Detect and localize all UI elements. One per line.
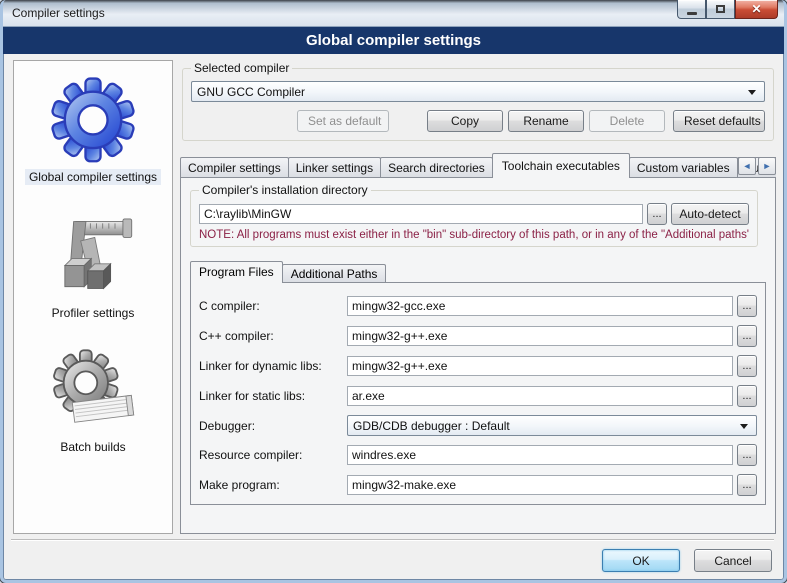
field-row-debugger: Debugger: GDB/CDB debugger : Default: [199, 415, 757, 436]
field-row-static-linker: Linker for static libs: ...: [199, 385, 757, 407]
static-linker-browse-button[interactable]: ...: [737, 385, 757, 407]
tab-toolchain-executables[interactable]: Toolchain executables: [492, 153, 630, 178]
settings-sidebar: Global compiler settings: [13, 60, 173, 534]
bin-subdirectory-note: NOTE: All programs must exist either in …: [199, 229, 749, 241]
make-program-browse-button[interactable]: ...: [737, 474, 757, 496]
settings-tabstrip: Compiler settings Linker settings Search…: [180, 153, 776, 178]
set-as-default-button[interactable]: Set as default: [297, 110, 389, 132]
c-compiler-label: C compiler:: [199, 299, 347, 313]
close-button[interactable]: ✕: [735, 0, 778, 19]
compiler-settings-dialog: Compiler settings ✕ Global compiler sett…: [0, 0, 787, 583]
make-program-label: Make program:: [199, 478, 347, 492]
resource-compiler-browse-button[interactable]: ...: [737, 444, 757, 466]
tab-search-directories[interactable]: Search directories: [380, 157, 493, 178]
sidebar-item-label: Batch builds: [56, 439, 129, 455]
selected-compiler-group: Selected compiler GNU GCC Compiler Set a…: [182, 68, 774, 141]
sidebar-item-label: Global compiler settings: [25, 169, 161, 185]
blue-gear-icon: [46, 71, 140, 165]
sidebar-item-profiler-settings[interactable]: Profiler settings: [48, 209, 139, 321]
static-linker-label: Linker for static libs:: [199, 389, 347, 403]
field-row-dynamic-linker: Linker for dynamic libs: ...: [199, 355, 757, 377]
field-row-cpp-compiler: C++ compiler: ...: [199, 325, 757, 347]
installation-directory-input[interactable]: [199, 204, 643, 224]
close-icon: ✕: [751, 2, 761, 16]
toolchain-executables-panel: Compiler's installation directory ... Au…: [180, 177, 776, 534]
sidebar-item-batch-builds[interactable]: Batch builds: [47, 345, 139, 455]
caliper-icon: [49, 209, 137, 301]
cpp-compiler-label: C++ compiler:: [199, 329, 347, 343]
tab-custom-variables[interactable]: Custom variables: [629, 157, 738, 178]
main-panel: Selected compiler GNU GCC Compiler Set a…: [180, 60, 776, 534]
installation-directory-group: Compiler's installation directory ... Au…: [190, 190, 758, 247]
field-row-resource-compiler: Resource compiler: ...: [199, 444, 757, 466]
debugger-select-value: GDB/CDB debugger : Default: [353, 419, 510, 433]
selected-compiler-group-label: Selected compiler: [191, 61, 292, 75]
compiler-buttons-row: Set as default Copy Rename Delete Reset …: [191, 110, 765, 132]
dialog-footer: OK Cancel: [3, 534, 784, 580]
dynamic-linker-input[interactable]: [347, 356, 733, 376]
page-title: Global compiler settings: [3, 27, 784, 54]
rename-button[interactable]: Rename: [508, 110, 584, 132]
sidebar-item-global-compiler-settings[interactable]: Global compiler settings: [25, 71, 161, 185]
debugger-select[interactable]: GDB/CDB debugger : Default: [347, 415, 757, 436]
minimize-button[interactable]: [677, 0, 706, 19]
auto-detect-button[interactable]: Auto-detect: [671, 203, 749, 225]
resource-compiler-input[interactable]: [347, 445, 733, 465]
delete-button[interactable]: Delete: [589, 110, 665, 132]
make-program-input[interactable]: [347, 475, 733, 495]
window-title: Compiler settings: [12, 6, 105, 20]
debugger-label: Debugger:: [199, 419, 347, 433]
resource-compiler-label: Resource compiler:: [199, 448, 347, 462]
gray-gear-papers-icon: [47, 345, 139, 435]
copy-button[interactable]: Copy: [427, 110, 503, 132]
subtab-additional-paths[interactable]: Additional Paths: [282, 264, 387, 283]
tab-scroll-right-icon[interactable]: ►: [758, 157, 776, 175]
static-linker-input[interactable]: [347, 386, 733, 406]
field-row-c-compiler: C compiler: ...: [199, 295, 757, 317]
titlebar[interactable]: Compiler settings ✕: [3, 0, 784, 27]
cpp-compiler-input[interactable]: [347, 326, 733, 346]
installation-directory-group-label: Compiler's installation directory: [199, 183, 371, 197]
minimize-icon: [687, 12, 697, 15]
maximize-button[interactable]: [706, 0, 735, 19]
cpp-compiler-browse-button[interactable]: ...: [737, 325, 757, 347]
ok-button[interactable]: OK: [602, 549, 680, 572]
tab-scroll-left-icon[interactable]: ◄: [738, 157, 756, 175]
cancel-button[interactable]: Cancel: [694, 549, 772, 572]
c-compiler-browse-button[interactable]: ...: [737, 295, 757, 317]
dynamic-linker-browse-button[interactable]: ...: [737, 355, 757, 377]
dynamic-linker-label: Linker for dynamic libs:: [199, 359, 347, 373]
tab-linker-settings[interactable]: Linker settings: [288, 157, 381, 178]
program-files-tabstrip: Program Files Additional Paths: [190, 261, 766, 283]
browse-directory-button[interactable]: ...: [647, 203, 667, 225]
tab-scroll-controls: ◄ ►: [738, 157, 776, 175]
compiler-select[interactable]: GNU GCC Compiler: [191, 81, 765, 102]
window-controls: ✕: [677, 0, 778, 19]
field-row-make-program: Make program: ...: [199, 474, 757, 496]
reset-defaults-button[interactable]: Reset defaults: [673, 110, 765, 132]
program-files-panel: C compiler: ... C++ compiler: ... Linker…: [190, 282, 766, 505]
sidebar-item-label: Profiler settings: [48, 305, 139, 321]
compiler-select-value: GNU GCC Compiler: [197, 85, 305, 99]
subtab-program-files[interactable]: Program Files: [190, 261, 283, 283]
c-compiler-input[interactable]: [347, 296, 733, 316]
maximize-icon: [716, 5, 725, 13]
tab-compiler-settings[interactable]: Compiler settings: [180, 157, 289, 178]
